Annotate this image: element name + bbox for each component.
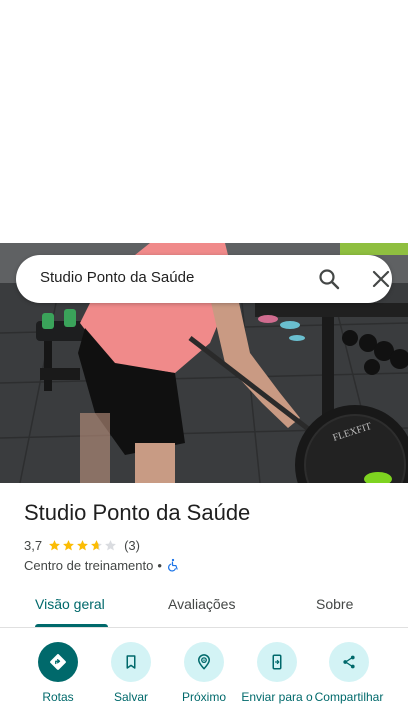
wheelchair-icon	[167, 558, 178, 572]
map-blank-area	[0, 0, 408, 243]
star-icon	[63, 539, 74, 550]
share-button[interactable]: Compartilhar	[313, 642, 385, 705]
category-row: Centro de treinamento •	[24, 556, 180, 574]
rating-stars	[48, 539, 118, 552]
tab-indicator	[35, 624, 108, 627]
search-input[interactable]: Studio Ponto da Saúde	[40, 269, 194, 286]
tab-reviews[interactable]: Avaliações	[168, 596, 235, 612]
bookmark-icon	[126, 655, 136, 669]
tab-bar: Visão geral Avaliações Sobre	[0, 585, 408, 628]
rating-row[interactable]: 3,7 (3)	[24, 536, 140, 554]
review-count: (3)	[124, 537, 140, 553]
directions-icon	[50, 654, 66, 670]
star-icon	[77, 539, 88, 550]
share-icon-circle[interactable]	[329, 642, 369, 682]
tab-overview[interactable]: Visão geral	[35, 596, 105, 612]
save-label: Salvar	[113, 690, 148, 704]
directions-icon-circle[interactable]	[38, 642, 78, 682]
star-icon	[49, 539, 60, 550]
send-to-phone-button[interactable]: Enviar para o	[241, 642, 313, 705]
tab-about[interactable]: Sobre	[316, 596, 353, 612]
share-icon	[343, 655, 355, 669]
rating-value: 3,7	[24, 537, 43, 553]
save-button[interactable]: Salvar	[95, 642, 167, 705]
directions-button[interactable]: Rotas	[22, 642, 94, 705]
category-label: Centro de treinamento	[24, 557, 154, 573]
star-icon	[105, 539, 116, 550]
nearby-icon	[198, 654, 210, 670]
send-to-phone-icon	[272, 654, 282, 670]
send-to-phone-label: Enviar para o	[241, 690, 313, 704]
send-icon-circle[interactable]	[257, 642, 297, 682]
separator: •	[157, 557, 162, 573]
share-label: Compartilhar	[314, 690, 384, 704]
nearby-label: Próximo	[181, 690, 226, 704]
star-icon	[91, 539, 102, 550]
nearby-icon-circle[interactable]	[184, 642, 224, 682]
directions-label: Rotas	[42, 690, 74, 704]
close-icon[interactable]	[369, 267, 393, 291]
search-bar[interactable]: Studio Ponto da Saúde	[16, 255, 392, 303]
place-title: Studio Ponto da Saúde	[24, 500, 251, 525]
nearby-button[interactable]: Próximo	[168, 642, 240, 705]
search-icon[interactable]	[317, 267, 341, 291]
save-icon-circle[interactable]	[111, 642, 151, 682]
